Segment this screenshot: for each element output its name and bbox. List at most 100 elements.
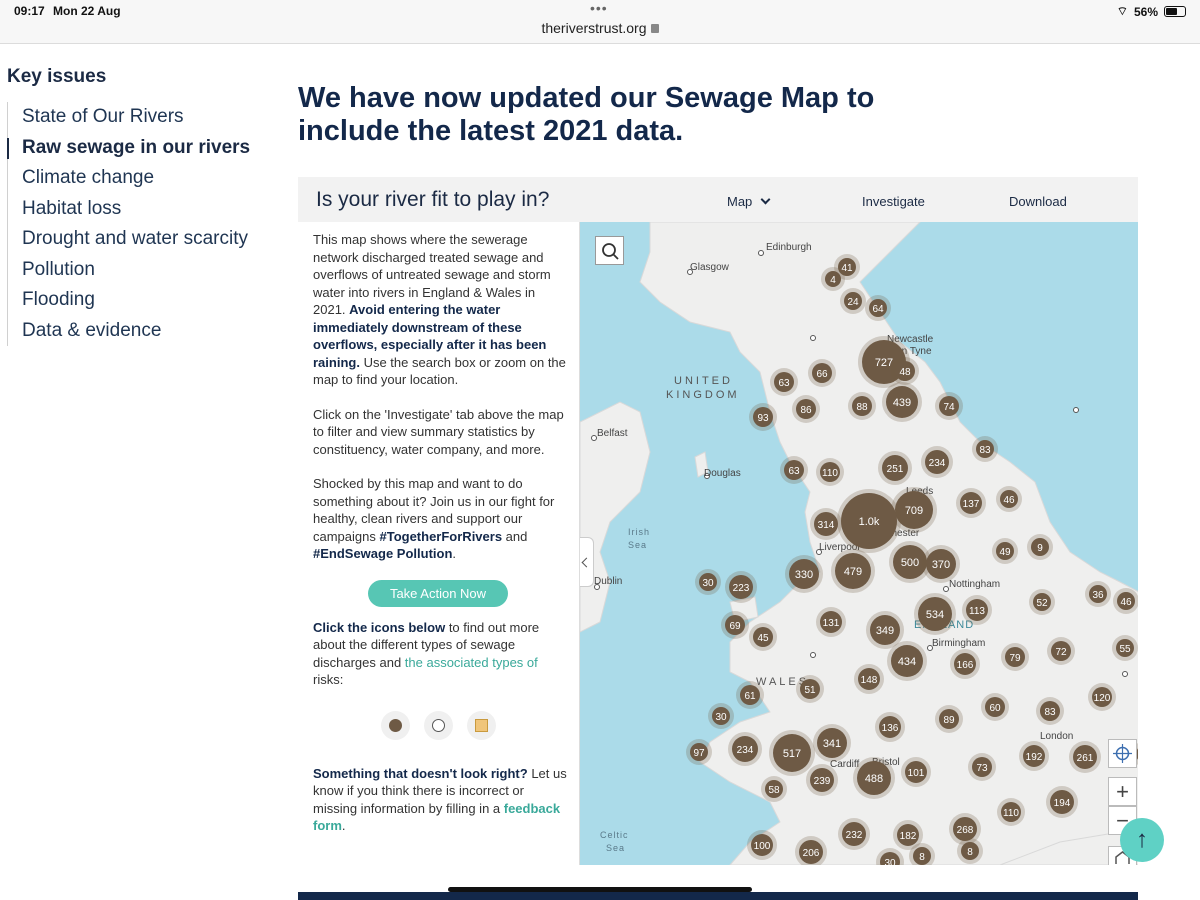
sewage-cluster[interactable]: 194: [1046, 786, 1078, 818]
map-place-label: Sea: [606, 843, 625, 853]
cluster-count: 517: [783, 748, 801, 760]
treated-discharge-icon[interactable]: [381, 710, 410, 740]
sewage-cluster[interactable]: 79: [1001, 643, 1029, 671]
cluster-count: 30: [715, 712, 727, 723]
map-search-button[interactable]: [595, 236, 624, 265]
sewage-cluster[interactable]: 166: [950, 649, 980, 679]
risks-link[interactable]: the associated types of: [405, 655, 538, 670]
sewage-cluster[interactable]: 66: [808, 359, 836, 387]
scroll-top-button[interactable]: ↑: [1120, 818, 1164, 862]
sewage-cluster[interactable]: 251: [878, 451, 912, 485]
sewage-cluster[interactable]: 101: [901, 757, 931, 787]
map-canvas[interactable]: EdinburghGlasgowNewcastleupon TyneUNITED…: [580, 222, 1138, 865]
cluster-count: 52: [1036, 598, 1048, 609]
sewage-cluster[interactable]: 110: [997, 798, 1025, 826]
sewage-cluster[interactable]: 64: [865, 295, 891, 321]
sewage-cluster[interactable]: 148: [854, 664, 884, 694]
sewage-cluster[interactable]: 55: [1112, 635, 1138, 661]
sewage-cluster[interactable]: 131: [816, 607, 846, 637]
storm-overflow-icon[interactable]: [467, 710, 496, 740]
sewage-cluster[interactable]: 434: [887, 641, 927, 681]
sewage-cluster[interactable]: 83: [972, 436, 998, 462]
sewage-cluster[interactable]: 58: [761, 776, 787, 802]
zoom-in-button[interactable]: +: [1108, 777, 1137, 806]
sewage-cluster[interactable]: 36: [1085, 581, 1111, 607]
sewage-map[interactable]: Edinburgh Glasgow Newcastle upon Tyne UNITED…: [579, 222, 1138, 865]
sewage-cluster[interactable]: 60: [981, 693, 1009, 721]
sewage-cluster[interactable]: 69: [721, 611, 749, 639]
sewage-cluster[interactable]: 83: [1036, 697, 1064, 725]
sewage-cluster[interactable]: 341: [813, 724, 851, 762]
sewage-cluster[interactable]: 88: [848, 392, 876, 420]
sidebar-item[interactable]: Flooding: [22, 285, 267, 316]
sewage-cluster[interactable]: 52: [1029, 589, 1055, 615]
sidebar-item[interactable]: Drought and water scarcity: [22, 224, 267, 255]
sewage-cluster[interactable]: 30: [708, 703, 734, 729]
sewage-cluster[interactable]: 314: [810, 508, 842, 540]
sewage-cluster[interactable]: 49: [992, 538, 1018, 564]
home-indicator[interactable]: [448, 887, 752, 892]
sewage-cluster[interactable]: 136: [875, 712, 905, 742]
sewage-cluster[interactable]: 30: [695, 569, 721, 595]
sewage-cluster[interactable]: 4: [821, 267, 845, 291]
sewage-cluster[interactable]: 46: [1113, 588, 1138, 614]
sidebar-item[interactable]: Raw sewage in our rivers: [7, 133, 267, 164]
tab-dots-icon[interactable]: •••: [590, 0, 608, 16]
sewage-cluster[interactable]: 100: [747, 830, 777, 860]
sewage-cluster[interactable]: 110: [816, 458, 844, 486]
sewage-cluster[interactable]: 46: [996, 486, 1022, 512]
sewage-cluster[interactable]: 534: [914, 593, 956, 635]
info-paragraph-1: This map shows where the sewerage networ…: [313, 231, 567, 389]
sewage-cluster[interactable]: 97: [686, 739, 712, 765]
sewage-cluster[interactable]: 488: [853, 757, 895, 799]
overflow-icon[interactable]: [424, 710, 453, 740]
tab-investigate[interactable]: Investigate: [862, 194, 925, 209]
sewage-cluster[interactable]: 120: [1088, 683, 1116, 711]
sewage-cluster[interactable]: 89: [935, 705, 963, 733]
sewage-cluster[interactable]: 1.0k: [837, 489, 901, 553]
locate-button[interactable]: [1108, 739, 1137, 768]
tab-download[interactable]: Download: [1009, 194, 1067, 209]
sidebar-item[interactable]: State of Our Rivers: [22, 102, 267, 133]
sewage-cluster[interactable]: 137: [956, 488, 986, 518]
sidebar-item[interactable]: Pollution: [22, 255, 267, 286]
sewage-cluster[interactable]: 234: [728, 732, 762, 766]
sewage-cluster[interactable]: 86: [792, 395, 820, 423]
sewage-cluster[interactable]: 370: [922, 545, 960, 583]
sewage-cluster[interactable]: 24: [840, 288, 866, 314]
sewage-cluster[interactable]: 9: [1027, 534, 1053, 560]
sewage-cluster[interactable]: 8: [957, 838, 983, 864]
address-bar[interactable]: theriverstrust.org: [0, 20, 1200, 36]
sewage-cluster[interactable]: 45: [749, 623, 777, 651]
sewage-cluster[interactable]: 113: [962, 595, 992, 625]
sewage-cluster[interactable]: 330: [785, 555, 823, 593]
sewage-cluster[interactable]: 239: [806, 764, 838, 796]
sewage-cluster[interactable]: 261: [1069, 741, 1101, 773]
sewage-cluster[interactable]: 479: [831, 549, 875, 593]
sewage-cluster[interactable]: 234: [921, 446, 953, 478]
sidebar-item[interactable]: Data & evidence: [22, 316, 267, 347]
tab-map[interactable]: Map: [727, 194, 771, 209]
sewage-cluster[interactable]: 439: [882, 382, 922, 422]
sewage-cluster[interactable]: 48: [891, 357, 919, 385]
cluster-count: 8: [919, 852, 925, 863]
sewage-cluster[interactable]: 192: [1019, 741, 1049, 771]
sewage-cluster[interactable]: 72: [1047, 637, 1075, 665]
sewage-cluster[interactable]: 51: [796, 675, 824, 703]
take-action-button[interactable]: Take Action Now: [368, 579, 508, 607]
sewage-cluster[interactable]: 61: [736, 681, 764, 709]
collapse-panel-button[interactable]: [580, 537, 594, 587]
sewage-cluster[interactable]: 63: [770, 368, 798, 396]
hashtag-link[interactable]: #TogetherForRivers: [379, 529, 502, 544]
info-bold: Something that doesn't look right?: [313, 765, 528, 781]
hashtag-link[interactable]: #EndSewage Pollution: [313, 546, 452, 561]
sidebar-item[interactable]: Habitat loss: [22, 194, 267, 225]
sewage-cluster[interactable]: 517: [769, 730, 815, 776]
sewage-cluster[interactable]: 73: [968, 753, 996, 781]
sidebar-item[interactable]: Climate change: [22, 163, 267, 194]
sewage-cluster[interactable]: 63: [780, 456, 808, 484]
sewage-cluster[interactable]: 232: [838, 818, 870, 850]
sewage-cluster[interactable]: 223: [725, 571, 757, 603]
sewage-cluster[interactable]: 93: [749, 403, 777, 431]
sewage-cluster[interactable]: 74: [935, 392, 963, 420]
